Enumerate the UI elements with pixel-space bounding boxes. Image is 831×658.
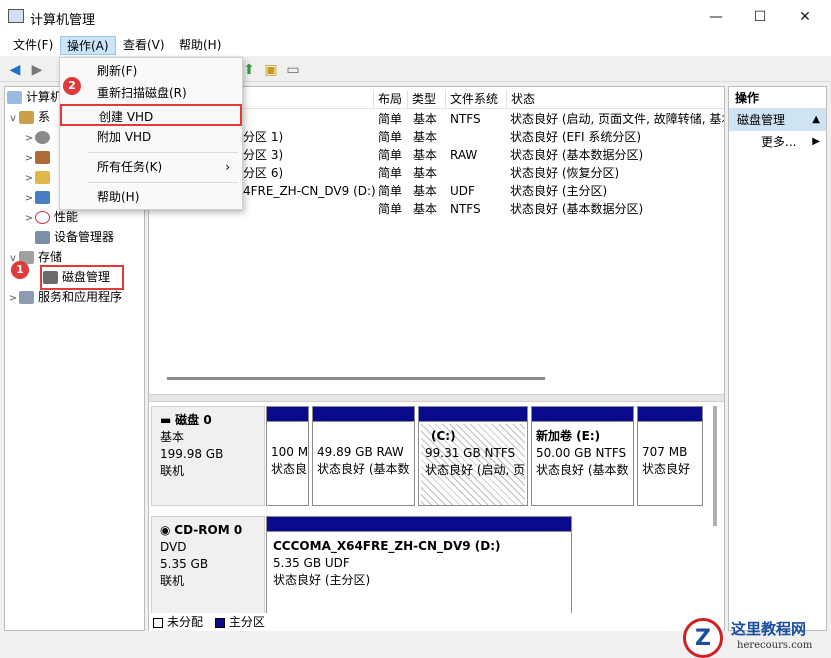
chevron-right-icon: ▶ bbox=[812, 136, 820, 147]
services-icon bbox=[19, 291, 34, 304]
forward-arrow-icon[interactable]: ▶ bbox=[28, 61, 46, 79]
folder-icon bbox=[35, 171, 50, 184]
cdrom-icon: ◉ bbox=[160, 523, 175, 537]
no-entry-icon bbox=[35, 211, 50, 224]
menu-item-create-vhd[interactable]: 创建 VHD bbox=[60, 104, 242, 126]
step-badge-1: 1 bbox=[11, 261, 29, 279]
tree-item-device-manager[interactable]: 设备管理器 bbox=[5, 227, 144, 247]
chevron-right-icon[interactable]: > bbox=[23, 209, 35, 229]
disk-0-info[interactable]: ▬ 磁盘 0 基本 199.98 GB 联机 bbox=[151, 406, 265, 506]
close-button[interactable]: ✕ bbox=[782, 0, 828, 34]
title-bar: 计算机管理 — ☐ ✕ bbox=[0, 0, 831, 34]
device-manager-icon bbox=[35, 231, 50, 244]
unallocated-swatch bbox=[153, 617, 163, 628]
column-filesystem[interactable]: 文件系统 bbox=[445, 90, 505, 108]
more-actions[interactable]: 更多... ▶ bbox=[729, 131, 826, 153]
menu-item-attach-vhd[interactable]: 附加 VHD bbox=[60, 126, 242, 148]
properties-icon[interactable]: ▣ bbox=[262, 61, 280, 79]
submenu-arrow-icon: › bbox=[225, 160, 230, 174]
action-menu-dropdown: 刷新(F) 重新扫描磁盘(R) 创建 VHD 附加 VHD 所有任务(K) › … bbox=[59, 57, 243, 210]
chevron-right-icon[interactable]: > bbox=[23, 189, 35, 209]
menu-separator bbox=[88, 182, 238, 183]
tree-item-services[interactable]: > 服务和应用程序 bbox=[5, 287, 144, 307]
computer-management-icon bbox=[8, 9, 24, 23]
chevron-right-icon[interactable]: > bbox=[23, 149, 35, 169]
tools-icon bbox=[19, 111, 34, 124]
collapse-arrow-icon[interactable]: ▲ bbox=[812, 109, 820, 131]
chevron-right-icon[interactable]: > bbox=[7, 289, 19, 309]
step-badge-2: 2 bbox=[63, 77, 81, 95]
horizontal-scrollbar[interactable] bbox=[167, 377, 545, 380]
minimize-button[interactable]: — bbox=[693, 0, 739, 34]
column-layout[interactable]: 布局 bbox=[373, 90, 405, 108]
menu-item-rescan-disks[interactable]: 重新扫描磁盘(R) bbox=[60, 82, 242, 104]
maximize-button[interactable]: ☐ bbox=[737, 0, 783, 34]
menu-item-help[interactable]: 帮助(H) bbox=[60, 186, 242, 208]
vertical-scrollbar[interactable] bbox=[713, 406, 717, 526]
chevron-right-icon[interactable]: > bbox=[23, 169, 35, 189]
window-title: 计算机管理 bbox=[30, 13, 96, 28]
partition-raw[interactable]: 49.89 GB RAW 状态良好 (基本数 bbox=[312, 406, 415, 506]
menu-action[interactable]: 操作(A) bbox=[60, 36, 116, 55]
computer-icon bbox=[7, 91, 22, 104]
menu-item-all-tasks[interactable]: 所有任务(K) › bbox=[60, 156, 242, 178]
watermark-logo: Z 这里教程网 herecours.com bbox=[683, 616, 831, 658]
actions-pane: 操作 磁盘管理 ▲ 更多... ▶ bbox=[728, 86, 827, 631]
column-status[interactable]: 状态 bbox=[506, 90, 724, 108]
chevron-right-icon[interactable]: > bbox=[23, 129, 35, 149]
highlight-box-disk-management bbox=[40, 265, 124, 290]
cdrom-0-info[interactable]: ◉ CD-ROM 0 DVD 5.35 GB 联机 bbox=[151, 516, 265, 616]
console-icon[interactable]: ▭ bbox=[284, 61, 302, 79]
disk-graphical-view: ▬ 磁盘 0 基本 199.98 GB 联机 100 M 状态良 49.89 GB… bbox=[149, 402, 724, 630]
partition-cdrom-d[interactable]: CCCOMA_X64FRE_ZH-CN_DV9 (D:) 5.35 GB UDF… bbox=[266, 516, 572, 616]
column-type[interactable]: 类型 bbox=[407, 90, 443, 108]
clock-icon bbox=[35, 131, 50, 144]
logo-z-icon: Z bbox=[683, 618, 723, 658]
chevron-down-icon[interactable]: v bbox=[7, 109, 19, 129]
actions-section-disk-management[interactable]: 磁盘管理 ▲ bbox=[729, 109, 826, 131]
partition-efi[interactable]: 100 M 状态良 bbox=[266, 406, 309, 506]
menu-item-refresh[interactable]: 刷新(F) bbox=[60, 60, 242, 82]
menu-file[interactable]: 文件(F) bbox=[7, 36, 59, 55]
menu-separator bbox=[88, 152, 238, 153]
tree-item-performance[interactable]: > 性能 bbox=[5, 207, 144, 227]
event-viewer-icon bbox=[35, 151, 50, 164]
partition-e[interactable]: 新加卷 (E:) 50.00 GB NTFS 状态良好 (基本数 bbox=[531, 406, 634, 506]
menu-bar: 文件(F) 操作(A) 查看(V) 帮助(H) bbox=[0, 34, 831, 56]
actions-header: 操作 bbox=[729, 87, 826, 109]
menu-help[interactable]: 帮助(H) bbox=[173, 36, 227, 55]
partition-c[interactable]: (C:) 99.31 GB NTFS 状态良好 (启动, 页 bbox=[418, 406, 528, 506]
legend: 未分配 主分区 bbox=[149, 613, 724, 631]
partition-recovery[interactable]: 707 MB 状态良好 bbox=[637, 406, 703, 506]
disk-drive-icon: ▬ bbox=[160, 413, 176, 427]
pane-splitter[interactable] bbox=[149, 394, 724, 402]
back-arrow-icon[interactable]: ◀ bbox=[6, 61, 24, 79]
users-icon bbox=[35, 191, 50, 204]
menu-view[interactable]: 查看(V) bbox=[117, 36, 171, 55]
primary-swatch bbox=[214, 617, 225, 628]
